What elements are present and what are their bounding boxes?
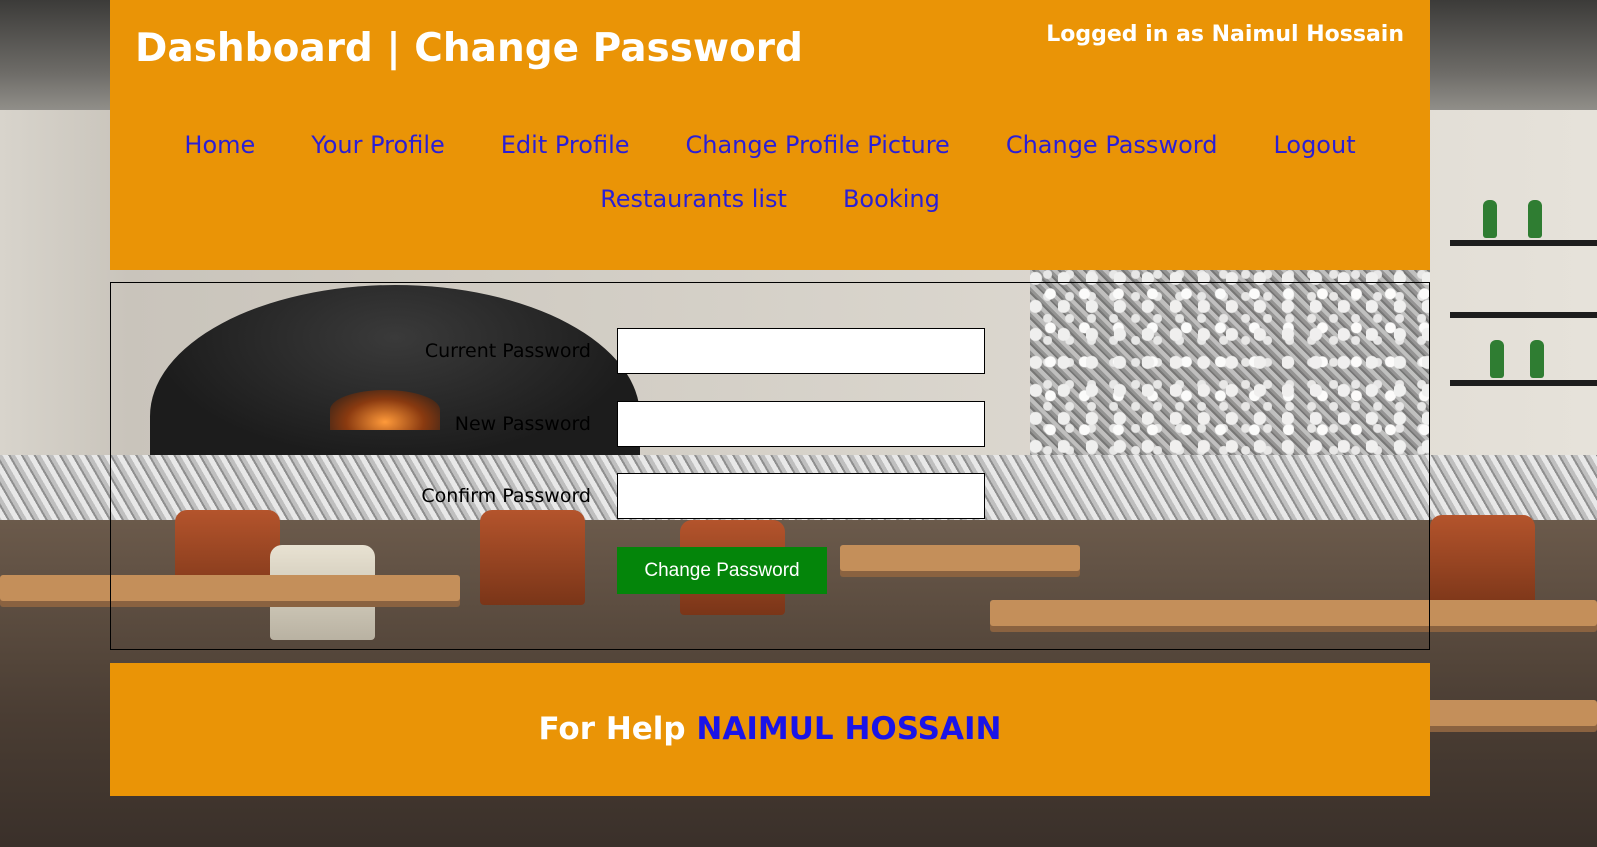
confirm-password-row: Confirm Password (111, 473, 1429, 519)
help-contact-name: NAIMUL HOSSAIN (696, 711, 1002, 747)
new-password-label: New Password (454, 413, 591, 435)
nav-booking[interactable]: Booking (843, 176, 940, 230)
current-password-label: Current Password (424, 340, 591, 362)
nav-logout[interactable]: Logout (1273, 122, 1355, 176)
nav-change-profile-picture[interactable]: Change Profile Picture (686, 122, 950, 176)
nav-your-profile[interactable]: Your Profile (311, 122, 445, 176)
nav-restaurants-list[interactable]: Restaurants list (600, 176, 787, 230)
change-password-button[interactable]: Change Password (617, 547, 827, 594)
new-password-input[interactable] (617, 401, 985, 447)
help-prefix: For Help (538, 711, 686, 747)
nav-edit-profile[interactable]: Edit Profile (501, 122, 630, 176)
page-container: Dashboard | Change Password Logged in as… (110, 0, 1430, 796)
main-content: Current Password New Password Confirm Pa… (110, 270, 1430, 663)
change-password-form: Current Password New Password Confirm Pa… (110, 282, 1430, 650)
current-password-row: Current Password (111, 328, 1429, 374)
logged-in-user: Logged in as Naimul Hossain (1046, 22, 1404, 47)
main-nav: Home Your Profile Edit Profile Change Pr… (110, 122, 1430, 230)
help-text: For Help NAIMUL HOSSAIN (110, 663, 1430, 747)
confirm-password-input[interactable] (617, 473, 985, 519)
nav-change-password[interactable]: Change Password (1006, 122, 1218, 176)
header: Dashboard | Change Password Logged in as… (110, 0, 1430, 270)
page-title: Dashboard | Change Password (135, 26, 803, 71)
confirm-password-label: Confirm Password (421, 485, 591, 507)
nav-home[interactable]: Home (184, 122, 255, 176)
footer: For Help NAIMUL HOSSAIN (110, 663, 1430, 796)
current-password-input[interactable] (617, 328, 985, 374)
new-password-row: New Password (111, 401, 1429, 447)
